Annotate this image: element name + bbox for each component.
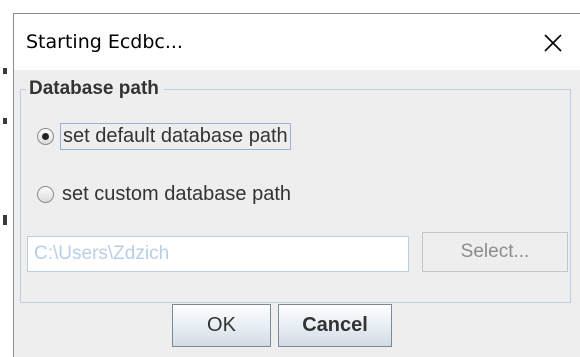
desktop-background [0, 0, 13, 357]
window-title: Starting Ecdbc... [26, 31, 183, 53]
group-title: Database path [26, 78, 164, 100]
cancel-button[interactable]: Cancel [278, 304, 392, 347]
database-path-group: Database path set default database path … [20, 78, 571, 303]
desktop-fragment [3, 118, 7, 124]
starting-dialog: Starting Ecdbc... Database path set defa… [13, 13, 580, 357]
default-path-radio[interactable] [37, 128, 54, 145]
custom-path-option[interactable]: set custom database path [37, 182, 293, 207]
default-path-label[interactable]: set default database path [60, 123, 291, 150]
custom-path-label[interactable]: set custom database path [60, 182, 293, 207]
desktop-fragment [3, 215, 7, 225]
desktop-fragment [3, 68, 7, 74]
title-bar[interactable]: Starting Ecdbc... [14, 14, 580, 70]
close-button[interactable] [534, 26, 572, 60]
custom-path-radio[interactable] [37, 186, 54, 203]
default-path-option[interactable]: set default database path [37, 123, 291, 150]
close-icon [544, 34, 562, 52]
database-path-input[interactable] [27, 236, 409, 272]
ok-button[interactable]: OK [172, 304, 271, 347]
select-button[interactable]: Select... [422, 232, 568, 272]
